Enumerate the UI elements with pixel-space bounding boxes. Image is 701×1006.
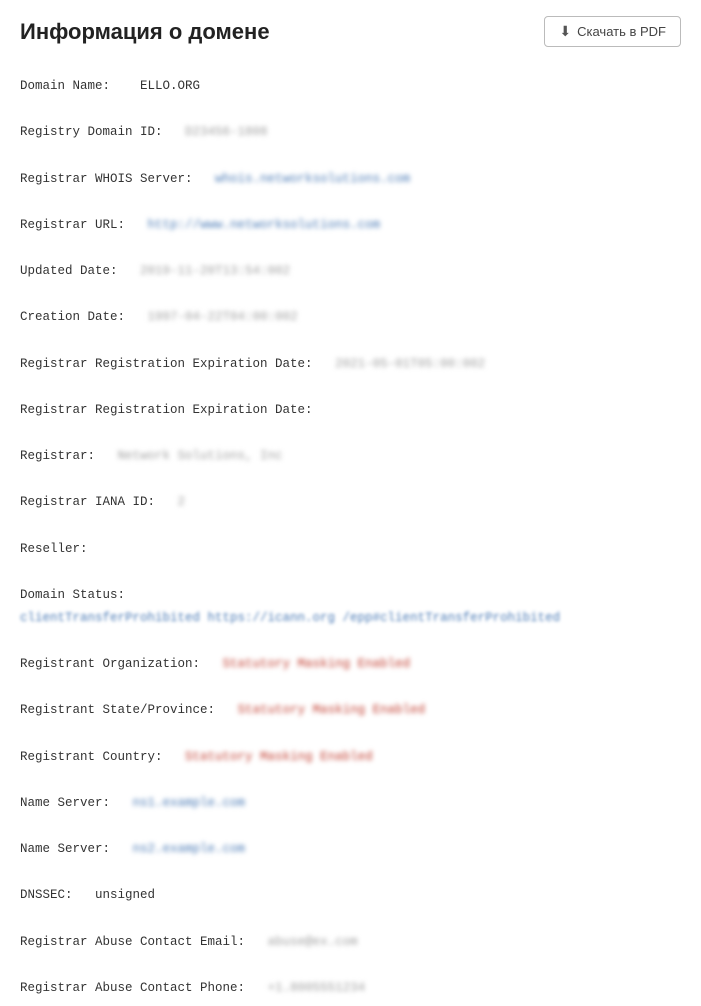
expiration-date1-label: Registrar Registration Expiration Date: [20, 357, 313, 371]
name-server2-row: Name Server: ns2.example.com [20, 838, 681, 861]
expiration-date2-row: Registrar Registration Expiration Date: [20, 399, 681, 422]
domain-info-block: Domain Name: ELLO.ORG Registry Domain ID… [20, 75, 681, 1006]
registrar-value: Network Solutions, Inc [118, 445, 283, 468]
name-server2-value: ns2.example.com [133, 838, 246, 861]
registrar-whois-value: whois.networksolutions.com [215, 168, 410, 191]
registrar-row: Registrar: Network Solutions, Inc [20, 445, 681, 468]
abuse-phone-value: +1.8005551234 [268, 977, 366, 1000]
dnssec-row: DNSSEC: unsigned [20, 884, 681, 907]
name-server2-label: Name Server: [20, 842, 110, 856]
reseller-row: Reseller: [20, 538, 681, 561]
domain-status-row: Domain Status: clientTransferProhibited … [20, 584, 681, 630]
download-icon: ⬇ [559, 23, 571, 40]
page-title: Информация о домене [20, 19, 270, 45]
abuse-email-value: abuse@ex.com [268, 931, 358, 954]
domain-name-row: Domain Name: ELLO.ORG [20, 75, 681, 98]
registry-id-row: Registry Domain ID: D23456-1808 [20, 121, 681, 144]
expiration-date1-row: Registrar Registration Expiration Date: … [20, 353, 681, 376]
registrant-state-label: Registrant State/Province: [20, 703, 215, 717]
registrant-org-label: Registrant Organization: [20, 657, 200, 671]
registry-id-value: D23456-1808 [185, 121, 268, 144]
registrar-url-row: Registrar URL: http://www.networksolutio… [20, 214, 681, 237]
updated-date-row: Updated Date: 2019-11-20T13:54:002 [20, 260, 681, 283]
registrar-whois-label: Registrar WHOIS Server: [20, 172, 193, 186]
creation-date-label: Creation Date: [20, 310, 125, 324]
registrar-whois-row: Registrar WHOIS Server: whois.networksol… [20, 168, 681, 191]
download-button-label: Скачать в PDF [577, 24, 666, 39]
dnssec-label: DNSSEC: [20, 888, 73, 902]
domain-name-label: Domain Name: [20, 79, 110, 93]
registrant-country-label: Registrant Country: [20, 750, 163, 764]
domain-status-label: Domain Status: [20, 588, 125, 602]
expiration-date2-label: Registrar Registration Expiration Date: [20, 403, 313, 417]
registrant-state-row: Registrant State/Province: Statutory Mas… [20, 699, 681, 722]
registrant-org-row: Registrant Organization: Statutory Maski… [20, 653, 681, 676]
registrar-url-value: http://www.networksolutions.com [148, 214, 381, 237]
dnssec-value: unsigned [95, 888, 155, 902]
updated-date-value: 2019-11-20T13:54:002 [140, 260, 290, 283]
name-server1-value: ns1.example.com [133, 792, 246, 815]
name-server1-label: Name Server: [20, 796, 110, 810]
name-server1-row: Name Server: ns1.example.com [20, 792, 681, 815]
registrar-url-label: Registrar URL: [20, 218, 125, 232]
registrant-state-value: Statutory Masking Enabled [238, 699, 426, 722]
download-pdf-button[interactable]: ⬇ Скачать в PDF [544, 16, 681, 47]
abuse-phone-label: Registrar Abuse Contact Phone: [20, 981, 245, 995]
header: Информация о домене ⬇ Скачать в PDF [20, 16, 681, 57]
expiration-date1-value: 2021-05-01T05:00:002 [335, 353, 485, 376]
creation-date-row: Creation Date: 1997-04-22T04:00:002 [20, 306, 681, 329]
abuse-email-row: Registrar Abuse Contact Email: abuse@ex.… [20, 931, 681, 954]
creation-date-value: 1997-04-22T04:00:002 [148, 306, 298, 329]
registry-id-label: Registry Domain ID: [20, 125, 163, 139]
updated-date-label: Updated Date: [20, 264, 118, 278]
domain-name-value: ELLO.ORG [140, 79, 200, 93]
abuse-email-label: Registrar Abuse Contact Email: [20, 935, 245, 949]
abuse-phone-row: Registrar Abuse Contact Phone: +1.800555… [20, 977, 681, 1000]
registrant-org-value: Statutory Masking Enabled [223, 653, 411, 676]
registrar-label: Registrar: [20, 449, 95, 463]
registrar-iana-label: Registrar IANA ID: [20, 495, 155, 509]
page-container: Информация о домене ⬇ Скачать в PDF Doma… [0, 0, 701, 1006]
reseller-label: Reseller: [20, 542, 88, 556]
domain-status-value: clientTransferProhibited https://icann.o… [20, 607, 560, 630]
registrant-country-value: Statutory Masking Enabled [185, 746, 373, 769]
registrant-country-row: Registrant Country: Statutory Masking En… [20, 746, 681, 769]
